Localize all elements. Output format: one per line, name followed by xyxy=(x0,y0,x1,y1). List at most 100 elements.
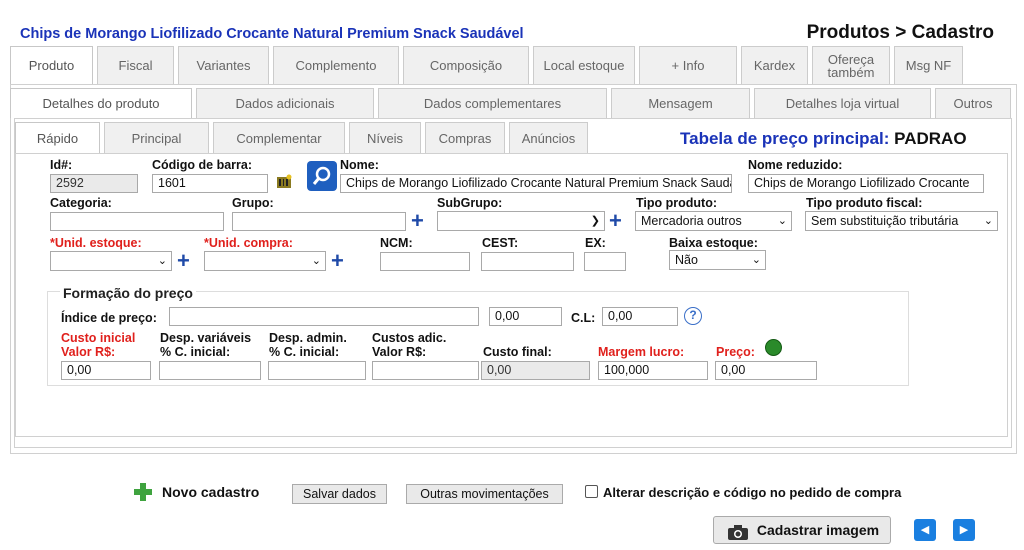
id-label: Id#: xyxy=(50,158,73,172)
tab-fiscal[interactable]: Fiscal xyxy=(97,46,174,84)
cl-label: C.L: xyxy=(571,311,596,325)
cost-label-1: Custo inicial xyxy=(61,331,136,345)
unit-purchase-label: *Unid. compra: xyxy=(204,236,293,250)
barcode-field[interactable]: 1601 xyxy=(152,174,268,193)
group-label: Grupo: xyxy=(232,196,274,210)
add-cost-label-2: Valor R$: xyxy=(372,345,427,359)
unit-purchase-select[interactable]: ⌄ xyxy=(204,251,326,271)
tab-compras[interactable]: Compras xyxy=(425,122,505,153)
ncm-field[interactable] xyxy=(380,252,470,271)
calculator-icon[interactable] xyxy=(765,339,782,356)
tab-kardex[interactable]: Kardex xyxy=(741,46,808,84)
index-value-field[interactable]: 0,00 xyxy=(489,307,562,326)
help-icon[interactable]: ? xyxy=(684,307,702,325)
tab-complementar[interactable]: Complementar xyxy=(213,122,345,153)
upload-image-button[interactable]: Cadastrar imagem xyxy=(713,516,891,544)
margin-field[interactable]: 100,000 xyxy=(598,361,708,380)
group-field[interactable] xyxy=(232,212,406,231)
tab-composicao[interactable]: Composição xyxy=(403,46,529,84)
margin-label: Margem lucro: xyxy=(598,345,685,359)
adm-expense-field[interactable] xyxy=(268,361,366,380)
product-name: Chips de Morango Liofilizado Crocante Na… xyxy=(20,26,524,42)
chevron-down-icon: ❯ xyxy=(590,215,600,227)
var-expense-field[interactable] xyxy=(159,361,261,380)
final-cost-field: 0,00 xyxy=(481,361,590,380)
barcode-label: Código de barra: xyxy=(152,158,253,172)
ex-field[interactable] xyxy=(584,252,626,271)
tab-rapido[interactable]: Rápido xyxy=(15,122,100,153)
name-field[interactable]: Chips de Morango Liofilizado Crocante Na… xyxy=(340,174,732,193)
price-field[interactable]: 0,00 xyxy=(715,361,817,380)
detail-tabs: Detalhes do produto Dados adicionais Dad… xyxy=(10,88,1015,118)
previous-button[interactable]: ◀ xyxy=(914,519,936,541)
ncm-label: NCM: xyxy=(380,236,413,250)
fiscal-type-label: Tipo produto fiscal: xyxy=(806,196,923,210)
new-record-button[interactable]: Novo cadastro xyxy=(162,484,259,500)
other-movements-button[interactable]: Outras movimentações xyxy=(406,484,563,504)
pricing-legend: Formação do preço xyxy=(60,285,196,301)
subgroup-select[interactable]: ❯ xyxy=(437,211,605,231)
tab-complemento[interactable]: Complemento xyxy=(273,46,399,84)
category-label: Categoria: xyxy=(50,196,112,210)
id-field: 2592 xyxy=(50,174,138,193)
short-name-field[interactable]: Chips de Morango Liofilizado Crocante xyxy=(748,174,984,193)
unit-stock-select[interactable]: ⌄ xyxy=(50,251,172,271)
price-table-value: PADRAO xyxy=(894,129,967,148)
cost-field[interactable]: 0,00 xyxy=(61,361,151,380)
cl-field[interactable]: 0,00 xyxy=(602,307,678,326)
next-button[interactable]: ▶ xyxy=(953,519,975,541)
price-label: Preço: xyxy=(716,345,755,359)
search-icon[interactable] xyxy=(307,161,337,191)
low-stock-label: Baixa estoque: xyxy=(669,236,758,250)
unit-stock-label: *Unid. estoque: xyxy=(50,236,142,250)
add-cost-field[interactable] xyxy=(372,361,479,380)
sub-tabs: Rápido Principal Complementar Níveis Com… xyxy=(15,122,592,153)
save-button[interactable]: Salvar dados xyxy=(292,484,387,504)
low-stock-select[interactable]: Não ⌄ xyxy=(669,250,766,270)
chevron-down-icon: ⌄ xyxy=(751,254,761,266)
barcode-generate-icon[interactable] xyxy=(276,174,292,190)
cest-field[interactable] xyxy=(481,252,574,271)
product-type-select[interactable]: Mercadoria outros ⌄ xyxy=(635,211,792,231)
add-unit-stock-icon[interactable]: + xyxy=(177,250,190,272)
tab-local-estoque[interactable]: Local estoque xyxy=(533,46,635,84)
camera-icon xyxy=(727,523,749,540)
change-description-checkbox[interactable] xyxy=(585,485,598,498)
short-name-label: Nome reduzido: xyxy=(748,158,843,172)
tab-msg-nf[interactable]: Msg NF xyxy=(894,46,963,84)
tab-mais-info[interactable]: + Info xyxy=(639,46,737,84)
fiscal-type-select[interactable]: Sem substituição tributária ⌄ xyxy=(805,211,998,231)
category-field[interactable] xyxy=(50,212,224,231)
chevron-down-icon: ⌄ xyxy=(157,255,167,267)
tab-principal[interactable]: Principal xyxy=(104,122,209,153)
final-cost-label: Custo final: xyxy=(483,345,552,359)
add-subgroup-icon[interactable]: + xyxy=(609,210,622,232)
product-type-label: Tipo produto: xyxy=(636,196,717,210)
page-title: Produtos > Cadastro xyxy=(806,22,994,43)
subgroup-label: SubGrupo: xyxy=(437,196,503,210)
add-unit-purchase-icon[interactable]: + xyxy=(331,250,344,272)
tab-mensagem[interactable]: Mensagem xyxy=(611,88,750,118)
cost-label-2: Valor R$: xyxy=(61,345,116,359)
adm-label-2: % C. inicial: xyxy=(269,345,340,359)
index-select-field[interactable] xyxy=(169,307,479,326)
tab-produto[interactable]: Produto xyxy=(10,46,93,84)
add-cost-label-1: Custos adic. xyxy=(372,331,447,345)
tab-outros[interactable]: Outros xyxy=(935,88,1011,118)
plus-icon[interactable] xyxy=(133,482,153,502)
change-description-label: Alterar descrição e código no pedido de … xyxy=(603,485,902,500)
tab-ofereca-tambem[interactable]: Ofereça também xyxy=(812,46,890,84)
tab-detalhes-loja-virtual[interactable]: Detalhes loja virtual xyxy=(754,88,931,118)
tab-niveis[interactable]: Níveis xyxy=(349,122,421,153)
chevron-down-icon: ⌄ xyxy=(311,255,321,267)
tab-anuncios[interactable]: Anúncios xyxy=(509,122,588,153)
tab-variantes[interactable]: Variantes xyxy=(178,46,269,84)
tab-dados-complementares[interactable]: Dados complementares xyxy=(378,88,607,118)
cest-label: CEST: xyxy=(482,236,519,250)
arrow-right-icon: ▶ xyxy=(959,524,969,536)
add-group-icon[interactable]: + xyxy=(411,210,424,232)
tab-detalhes-produto[interactable]: Detalhes do produto xyxy=(10,88,192,118)
tab-dados-adicionais[interactable]: Dados adicionais xyxy=(196,88,374,118)
arrow-left-icon: ◀ xyxy=(920,524,930,536)
index-label: Índice de preço: xyxy=(61,311,157,325)
